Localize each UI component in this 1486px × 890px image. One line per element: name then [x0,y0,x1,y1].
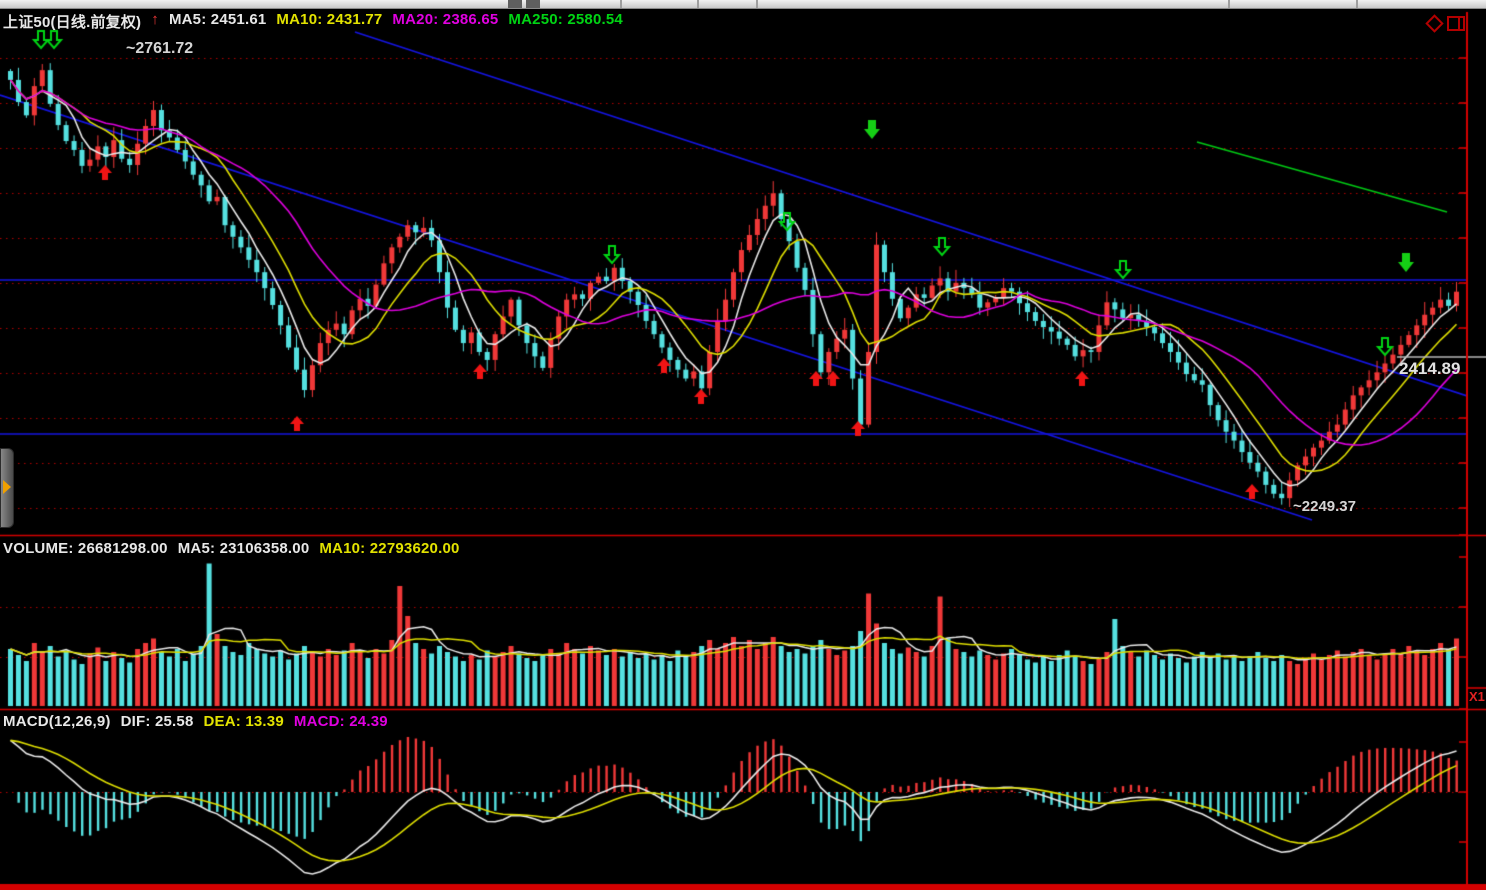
ma250-value: MA250: 2580.54 [508,11,623,32]
macd-value: MACD: 24.39 [294,713,388,730]
expand-arrow-icon [3,480,11,494]
macd-params: MACD(12,26,9) [3,713,111,730]
split-pane-icon[interactable] [1447,16,1465,31]
ma10-value: MA10: 2431.77 [276,11,382,32]
ma20-value: MA20: 2386.65 [392,11,498,32]
period-low-label: ~2249.37 [1293,498,1356,515]
toolbar-separator [1356,0,1358,8]
toolbar-segment [526,0,540,8]
toolbar-separator [697,0,699,8]
sidebar-expand-handle[interactable] [0,448,14,528]
trading-app-window: 上证50(日线.前复权) ↑ MA5: 2451.61 MA10: 2431.7… [0,0,1486,890]
volume-header: VOLUME: 26681298.00 MA5: 23106358.00 MA1… [3,540,460,557]
stock-chart-canvas[interactable] [0,0,1486,890]
toolbar-separator [756,0,758,8]
axis-corner-label: X1 [1469,689,1485,704]
toolbar-separator [620,0,622,8]
split-pane-divider [1458,18,1460,29]
period-high-label: ~2761.72 [126,40,193,58]
toolbar-separator [1228,0,1230,8]
volume-ma5-value: MA5: 23106358.00 [178,540,310,557]
top-toolbar[interactable] [0,0,1486,9]
toolbar-segment [508,0,522,8]
dea-value: DEA: 13.39 [204,713,284,730]
last-price-label: 2414.89 [1399,359,1460,379]
volume-value: VOLUME: 26681298.00 [3,540,168,557]
dif-value: DIF: 25.58 [121,713,194,730]
macd-header: MACD(12,26,9) DIF: 25.58 DEA: 13.39 MACD… [3,713,388,730]
ma5-value: MA5: 2451.61 [169,11,266,32]
volume-ma10-value: MA10: 22793620.00 [319,540,459,557]
up-arrow-icon: ↑ [151,11,159,32]
main-chart-header: 上证50(日线.前复权) ↑ MA5: 2451.61 MA10: 2431.7… [3,11,623,32]
symbol-title: 上证50(日线.前复权) [3,11,141,32]
